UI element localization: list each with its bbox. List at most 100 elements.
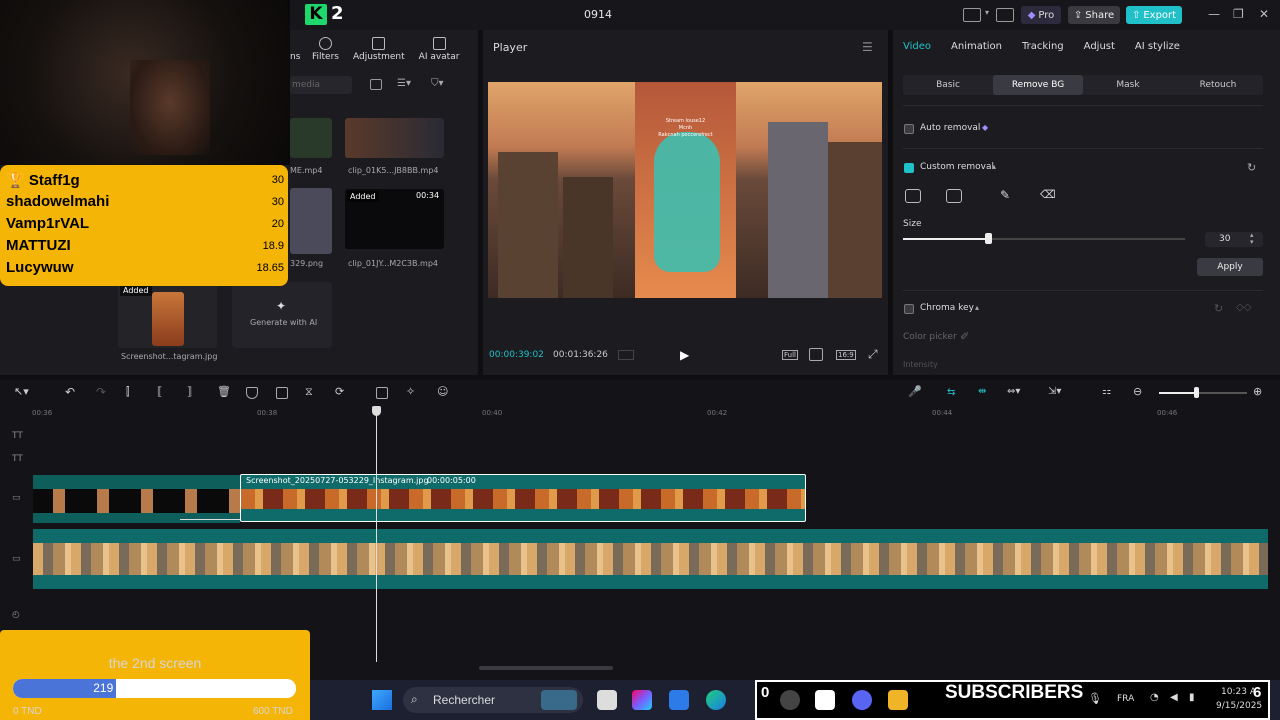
chroma-reset-icon[interactable]: ↻ <box>1214 302 1223 315</box>
preview-axis-icon[interactable]: ⇲▾ <box>1048 386 1061 397</box>
link-icon[interactable]: ⇔▾ <box>1007 386 1020 397</box>
auto-removal-checkbox[interactable] <box>904 124 914 134</box>
timeline-ruler[interactable] <box>30 407 1280 419</box>
timecode-grid-icon[interactable] <box>618 350 634 360</box>
tab-ai-avatar[interactable]: AI avatar <box>419 36 459 62</box>
windows-start-icon[interactable] <box>372 690 392 710</box>
subtab-retouch[interactable]: Retouch <box>1173 75 1263 95</box>
freeze-icon[interactable] <box>376 387 388 399</box>
smart-brush-icon[interactable] <box>905 189 921 203</box>
keyframe-icon[interactable]: ◇◇ <box>1236 302 1251 313</box>
main-track-magnet-icon[interactable]: ⇆ <box>947 387 955 398</box>
taskbar-date[interactable]: 9/15/2025 <box>1216 701 1262 711</box>
eraser-icon[interactable]: ⌫ <box>1040 188 1056 201</box>
magic-icon[interactable]: ✧ <box>406 385 415 398</box>
widget-icon[interactable] <box>541 690 577 710</box>
timeline-settings-icon[interactable]: ⚏ <box>1102 386 1111 397</box>
brush-icon[interactable]: ✎ <box>1000 188 1010 202</box>
zoom-slider-handle[interactable] <box>1194 387 1199 398</box>
playhead[interactable] <box>376 407 377 662</box>
fullscreen-icon[interactable]: ⤢ <box>868 347 878 362</box>
share-button[interactable]: ⇪ Share <box>1068 6 1120 24</box>
zoom-in-icon[interactable]: ⊕ <box>1253 385 1262 398</box>
select-tool-icon[interactable]: ↖▾ <box>14 385 29 398</box>
shield-icon[interactable] <box>246 387 258 399</box>
task-view-icon[interactable] <box>597 690 617 710</box>
subtab-remove-bg[interactable]: Remove BG <box>993 75 1083 95</box>
media-thumb-3[interactable] <box>290 188 332 254</box>
pro-button[interactable]: ◆ Pro <box>1021 6 1061 24</box>
redo-icon[interactable]: ↷ <box>96 385 106 399</box>
tab-adjust[interactable]: Adjust <box>1084 41 1115 52</box>
avatar-add-icon[interactable]: ☺ <box>437 385 448 398</box>
sort-icon[interactable]: ☰▾ <box>397 78 411 89</box>
microphone-tray-icon[interactable]: 🎙 <box>1088 692 1102 705</box>
split-icon[interactable]: ⫿ <box>126 385 130 399</box>
chroma-chevron-icon[interactable]: ▴ <box>975 303 979 312</box>
subtab-basic[interactable]: Basic <box>903 75 993 95</box>
video-preview[interactable]: Stream louse12 Mcnh Rakcnah poccerefrect <box>488 82 882 298</box>
export-button[interactable]: ⇧ Export <box>1126 6 1182 24</box>
reset-icon[interactable]: ↻ <box>1247 161 1256 174</box>
apply-button[interactable]: Apply <box>1197 258 1263 276</box>
timeline-scrollbar[interactable] <box>479 666 613 670</box>
size-value-input[interactable]: 30 <box>1205 232 1263 247</box>
full-quality-button[interactable]: Full <box>782 350 798 360</box>
rotate-icon[interactable]: ⟳ <box>335 385 344 398</box>
tab-animation[interactable]: Animation <box>951 41 1002 52</box>
playhead-handle[interactable] <box>372 406 381 416</box>
smart-eraser-icon[interactable] <box>946 189 962 203</box>
undo-icon[interactable]: ↶ <box>65 385 75 399</box>
tab-video[interactable]: Video <box>903 41 931 52</box>
stepper-icon[interactable]: ▴ ▾ <box>1250 232 1254 246</box>
split-left-icon[interactable]: ⟦ <box>157 385 162 398</box>
media-search-input[interactable]: media <box>290 76 352 94</box>
tab-ai-stylize[interactable]: AI stylize <box>1135 41 1180 52</box>
discord-icon[interactable] <box>852 690 872 710</box>
play-icon[interactable]: ▶ <box>680 348 689 362</box>
delete-icon[interactable]: 🗑 <box>217 385 231 398</box>
split-right-icon[interactable]: ⟧ <box>187 385 192 398</box>
chevron-down-icon[interactable]: ▾ <box>985 8 989 17</box>
chrome-icon[interactable] <box>780 690 800 710</box>
generate-with-ai-card[interactable] <box>232 282 332 348</box>
crop-tool-icon[interactable] <box>276 387 288 399</box>
maximize-icon[interactable]: ❐ <box>1233 7 1244 21</box>
tab-adjustment[interactable]: Adjustment <box>353 36 405 62</box>
auto-snap-icon[interactable]: ⇹ <box>978 386 986 397</box>
custom-removal-checkbox[interactable] <box>904 163 914 173</box>
crop-icon[interactable] <box>809 348 823 361</box>
subtab-mask[interactable]: Mask <box>1083 75 1173 95</box>
shortcuts-icon[interactable] <box>996 8 1014 22</box>
eyedropper-icon[interactable]: ✐ <box>960 330 969 343</box>
file-explorer-icon[interactable] <box>888 690 908 710</box>
zoom-out-icon[interactable]: ⊖ <box>1133 385 1142 398</box>
project-name[interactable]: 0914 <box>584 8 612 21</box>
capcut-icon[interactable] <box>815 690 835 710</box>
media-thumb-1[interactable] <box>290 118 332 158</box>
close-icon[interactable]: ✕ <box>1259 7 1269 21</box>
tab-tracking[interactable]: Tracking <box>1022 41 1064 52</box>
edge-icon[interactable] <box>706 690 726 710</box>
battery-icon[interactable]: ▮ <box>1189 692 1195 703</box>
filter-icon[interactable]: ⛉▾ <box>431 78 444 89</box>
timeline-clip-1[interactable] <box>33 475 240 523</box>
aspect-ratio-button[interactable]: 16:9 <box>836 350 856 360</box>
copilot-icon[interactable] <box>632 690 652 710</box>
tab-filters[interactable]: Filters <box>312 36 339 62</box>
mirror-icon[interactable]: ⧖ <box>305 385 313 399</box>
app-icon[interactable] <box>669 690 689 710</box>
timeline-clip-background[interactable] <box>33 529 1268 589</box>
taskbar-clock[interactable]: 10:23 A <box>1216 687 1256 697</box>
wifi-icon[interactable]: ◔ <box>1150 692 1159 703</box>
layout-icon[interactable] <box>963 8 981 22</box>
chevron-up-icon[interactable]: ▴ <box>992 162 996 171</box>
menu-icon[interactable]: ☰ <box>862 40 873 54</box>
size-slider-handle[interactable] <box>985 233 992 244</box>
microphone-icon[interactable]: 🎤 <box>908 385 922 398</box>
volume-icon[interactable]: ◀ <box>1170 692 1178 703</box>
grid-view-icon[interactable] <box>370 79 382 90</box>
media-thumb-2[interactable] <box>345 118 444 158</box>
minimize-icon[interactable]: — <box>1208 7 1220 21</box>
language-indicator[interactable]: FRA <box>1117 694 1134 704</box>
